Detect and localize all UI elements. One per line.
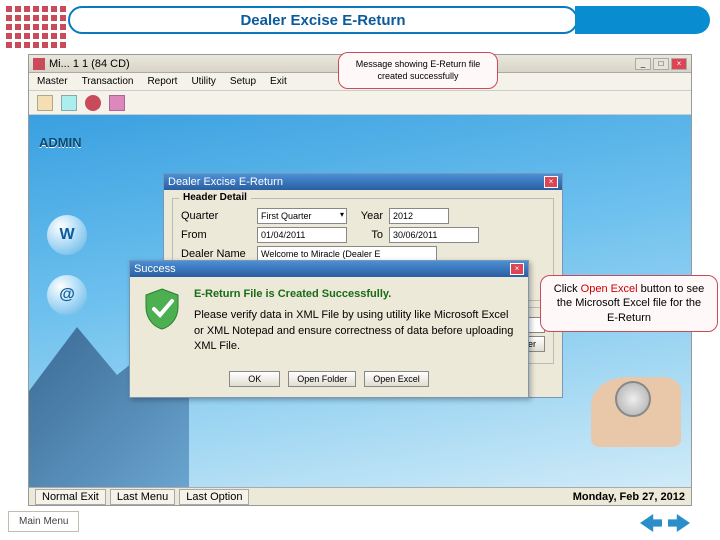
word-icon[interactable]: W [47,215,87,255]
toolbar [29,91,691,115]
quarter-label: Quarter [181,210,251,222]
menu-report[interactable]: Report [147,76,177,87]
dialog-titlebar: Success × [130,261,528,277]
callout-open-excel: Click Open Excel button to see the Micro… [540,275,718,332]
to-field[interactable]: 30/06/2011 [389,227,479,243]
main-menu-button[interactable]: Main Menu [8,511,79,532]
form-titlebar: Dealer Excise E-Return × [164,174,562,190]
quarter-select[interactable]: First Quarter [257,208,347,224]
money-icon[interactable] [85,95,101,111]
exit-icon[interactable] [109,95,125,111]
menu-exit[interactable]: Exit [270,76,287,87]
success-shield-icon [140,287,184,331]
hand-key-image [541,347,691,487]
next-arrow-icon[interactable] [668,514,690,532]
nav-arrows [640,514,690,532]
prev-arrow-icon[interactable] [640,514,662,532]
success-dialog: Success × E-Return File is Created Succe… [129,260,529,398]
ok-button[interactable]: OK [229,371,280,387]
calc-icon[interactable] [61,95,77,111]
status-last-option[interactable]: Last Option [179,489,249,505]
close-button[interactable]: × [671,58,687,70]
status-bar: Normal Exit Last Menu Last Option Monday… [29,487,691,505]
maximize-button[interactable]: □ [653,58,669,70]
app-icon [33,58,45,70]
dealer-label: Dealer Name [181,248,251,260]
year-label: Year [353,210,383,222]
status-normal-exit[interactable]: Normal Exit [35,489,106,505]
status-date: Monday, Feb 27, 2012 [573,491,685,503]
callout-message-info: Message showing E-Return file created su… [338,52,498,89]
menu-master[interactable]: Master [37,76,68,87]
from-label: From [181,229,251,241]
open-excel-button[interactable]: Open Excel [364,371,429,387]
title-decor [575,6,710,34]
form-close-button[interactable]: × [544,176,558,188]
window-title-text: Mi... 1 1 (84 CD) [49,58,130,70]
new-icon[interactable] [37,95,53,111]
decorative-dots [6,6,66,48]
year-field[interactable]: 2012 [389,208,449,224]
success-detail: Please verify data in XML File by using … [194,308,518,354]
dialog-open-folder-button[interactable]: Open Folder [288,371,356,387]
from-field[interactable]: 01/04/2011 [257,227,347,243]
at-icon[interactable]: @ [47,275,87,315]
to-label: To [353,229,383,241]
menu-transaction[interactable]: Transaction [82,76,134,87]
page-title: Dealer Excise E-Return [68,6,578,34]
status-last-menu[interactable]: Last Menu [110,489,175,505]
dialog-close-button[interactable]: × [510,263,524,275]
menu-setup[interactable]: Setup [230,76,256,87]
success-headline: E-Return File is Created Successfully. [194,287,518,302]
menu-utility[interactable]: Utility [191,76,215,87]
minimize-button[interactable]: _ [635,58,651,70]
admin-label: ADMIN [39,135,129,161]
